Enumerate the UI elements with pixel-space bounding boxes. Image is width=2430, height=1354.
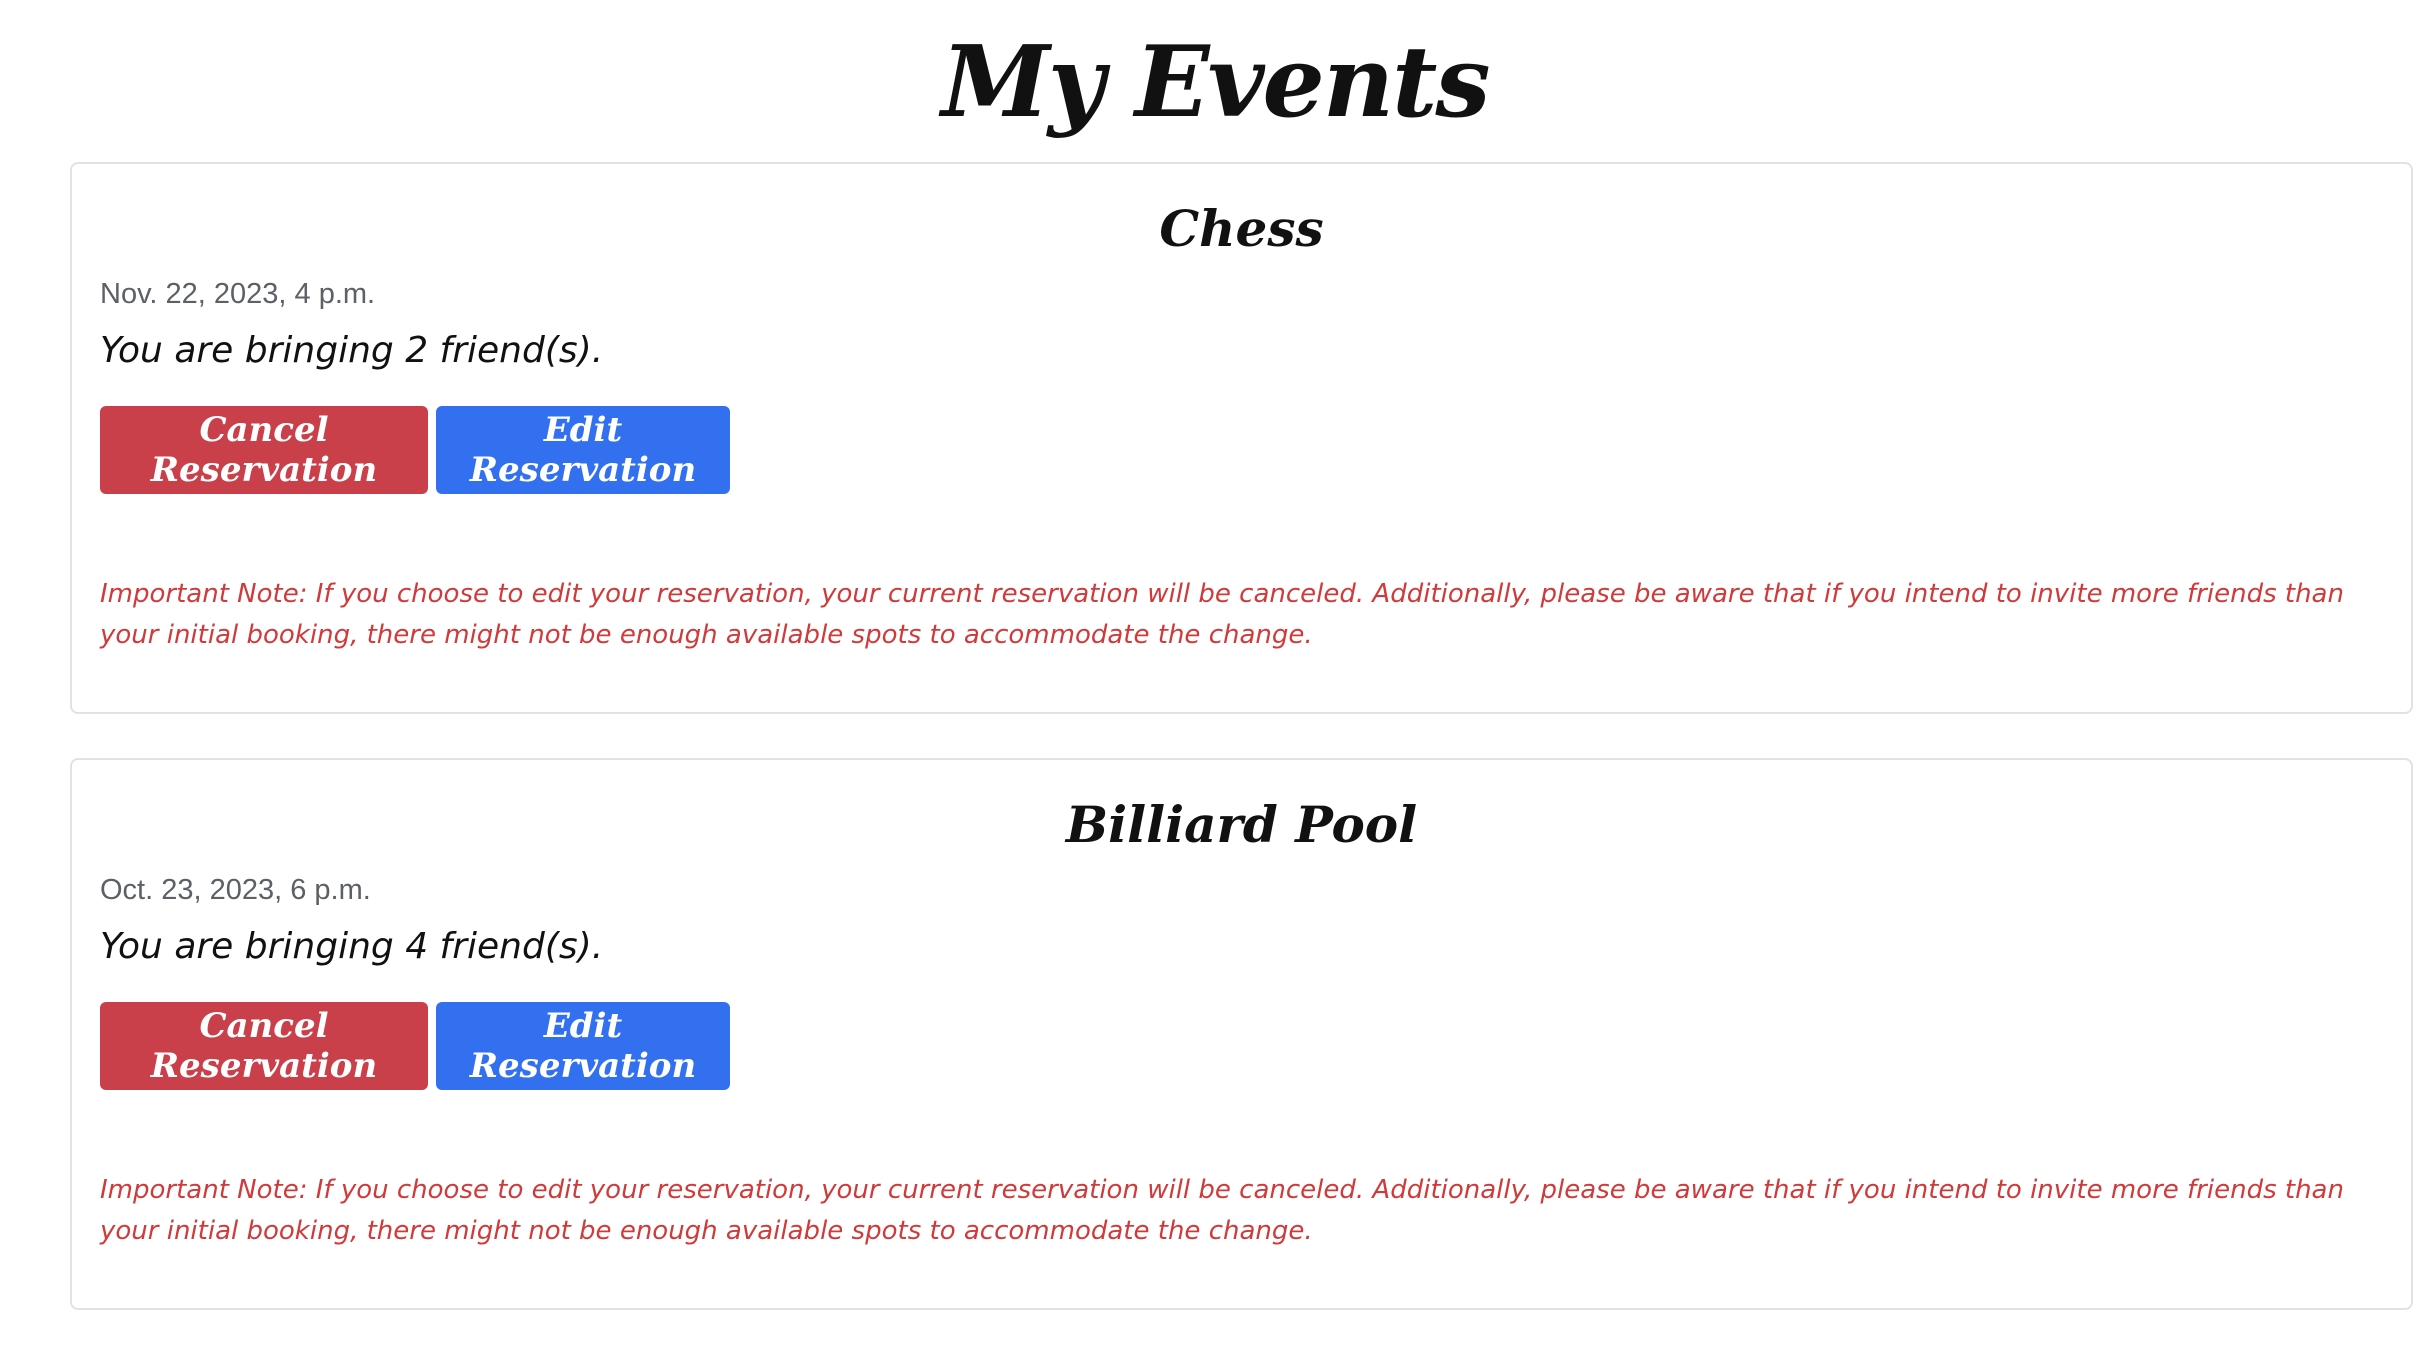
events-list: Chess Nov. 22, 2023, 4 p.m. You are brin… bbox=[70, 162, 2413, 1354]
reservation-actions: Cancel Reservation Edit Reservation bbox=[100, 406, 2383, 494]
event-title: Billiard Pool bbox=[1065, 795, 1418, 854]
event-card-chess: Chess Nov. 22, 2023, 4 p.m. You are brin… bbox=[70, 162, 2413, 714]
reservation-actions: Cancel Reservation Edit Reservation bbox=[100, 1002, 2383, 1090]
page-title: My Events bbox=[941, 25, 1490, 140]
important-note: Important Note: If you choose to edit yo… bbox=[100, 579, 2344, 650]
cancel-reservation-button[interactable]: Cancel Reservation bbox=[100, 1002, 428, 1090]
edit-reservation-button[interactable]: Edit Reservation bbox=[436, 1002, 730, 1090]
important-note: Important Note: If you choose to edit yo… bbox=[100, 1175, 2344, 1246]
event-date: Nov. 22, 2023, 4 p.m. bbox=[100, 278, 376, 310]
event-date: Oct. 23, 2023, 6 p.m. bbox=[100, 874, 371, 906]
event-guests: You are bringing 4 friend(s). bbox=[100, 926, 604, 967]
event-title: Chess bbox=[1159, 199, 1324, 258]
cancel-reservation-button[interactable]: Cancel Reservation bbox=[100, 406, 428, 494]
event-card-billiard-pool: Billiard Pool Oct. 23, 2023, 6 p.m. You … bbox=[70, 758, 2413, 1310]
edit-reservation-button[interactable]: Edit Reservation bbox=[436, 406, 730, 494]
event-guests: You are bringing 2 friend(s). bbox=[100, 330, 604, 371]
